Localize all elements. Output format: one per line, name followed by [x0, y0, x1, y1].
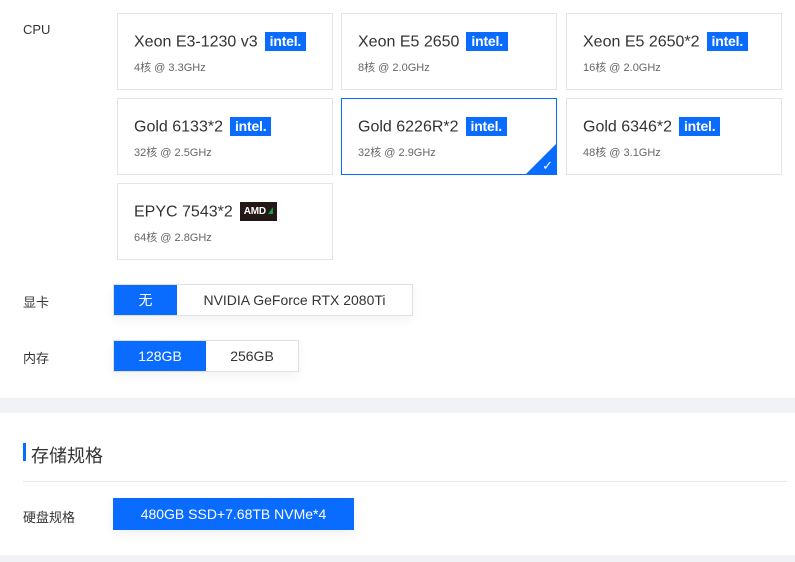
memory-label: 内存 — [23, 351, 50, 366]
cpu-option-name: EPYC 7543*2 — [134, 203, 233, 221]
gpu-option-rtx-2080ti[interactable]: NVIDIA GeForce RTX 2080Ti — [177, 285, 412, 315]
checkmark-icon: ✓ — [542, 158, 553, 173]
gpu-label: 显卡 — [23, 295, 50, 310]
storage-label: 硬盘规格 — [23, 510, 76, 525]
section-accent-bar — [23, 443, 26, 461]
storage-section-title: 存储规格 — [31, 446, 103, 466]
memory-option-256gb[interactable]: 256GB — [206, 341, 298, 371]
cpu-option-spec: 8核 @ 2.0GHz — [358, 62, 430, 74]
intel-logo-icon: intel. — [264, 32, 307, 51]
intel-logo-icon: intel. — [229, 117, 272, 136]
amd-logo-text: AMD — [243, 206, 266, 217]
section-separator — [0, 398, 795, 413]
cpu-option-gold-6133x2[interactable]: Gold 6133*2 intel. 32核 @ 2.5GHz — [117, 98, 333, 175]
cpu-option-xeon-e5-2650x2[interactable]: Xeon E5 2650*2 intel. 16核 @ 2.0GHz — [566, 13, 782, 90]
cpu-option-spec: 4核 @ 3.3GHz — [134, 62, 206, 74]
cpu-option-name: Xeon E5 2650 — [358, 33, 460, 51]
gpu-selector: 无 NVIDIA GeForce RTX 2080Ti — [113, 284, 413, 316]
cpu-options-grid: Xeon E3-1230 v3 intel. 4核 @ 3.3GHz Xeon E… — [117, 13, 783, 260]
amd-logo-icon: AMD — [239, 202, 277, 221]
cpu-option-epyc-7543x2[interactable]: EPYC 7543*2 AMD 64核 @ 2.8GHz — [117, 183, 333, 260]
intel-logo-icon: intel. — [466, 32, 508, 51]
intel-logo-icon: intel. — [678, 117, 721, 136]
section-separator — [0, 555, 795, 562]
cpu-option-spec: 32核 @ 2.5GHz — [134, 147, 212, 159]
cpu-option-xeon-e3-1230-v3[interactable]: Xeon E3-1230 v3 intel. 4核 @ 3.3GHz — [117, 13, 333, 90]
cpu-option-gold-6346x2[interactable]: Gold 6346*2 intel. 48核 @ 3.1GHz — [566, 98, 782, 175]
cpu-option-name: Xeon E5 2650*2 — [583, 33, 700, 51]
cpu-option-spec: 16核 @ 2.0GHz — [583, 62, 661, 74]
section-divider — [23, 481, 787, 482]
amd-arrow-icon — [267, 207, 273, 214]
gpu-option-none[interactable]: 无 — [114, 285, 177, 315]
cpu-option-name: Gold 6346*2 — [583, 118, 672, 136]
cpu-option-spec: 64核 @ 2.8GHz — [134, 232, 212, 244]
cpu-option-spec: 48核 @ 3.1GHz — [583, 147, 661, 159]
intel-logo-icon: intel. — [706, 32, 749, 51]
cpu-label: CPU — [23, 22, 51, 37]
memory-selector: 128GB 256GB — [113, 340, 299, 372]
intel-logo-icon: intel. — [465, 117, 507, 136]
cpu-option-name: Xeon E3-1230 v3 — [134, 33, 258, 51]
cpu-option-name: Gold 6226R*2 — [358, 118, 459, 136]
cpu-option-name: Gold 6133*2 — [134, 118, 223, 136]
cpu-option-gold-6226rx2[interactable]: Gold 6226R*2 intel. 32核 @ 2.9GHz ✓ — [341, 98, 557, 175]
storage-option-button[interactable]: 480GB SSD+7.68TB NVMe*4 — [113, 498, 354, 530]
cpu-option-xeon-e5-2650[interactable]: Xeon E5 2650 intel. 8核 @ 2.0GHz — [341, 13, 557, 90]
memory-option-128gb[interactable]: 128GB — [114, 341, 206, 371]
cpu-option-spec: 32核 @ 2.9GHz — [358, 147, 436, 159]
